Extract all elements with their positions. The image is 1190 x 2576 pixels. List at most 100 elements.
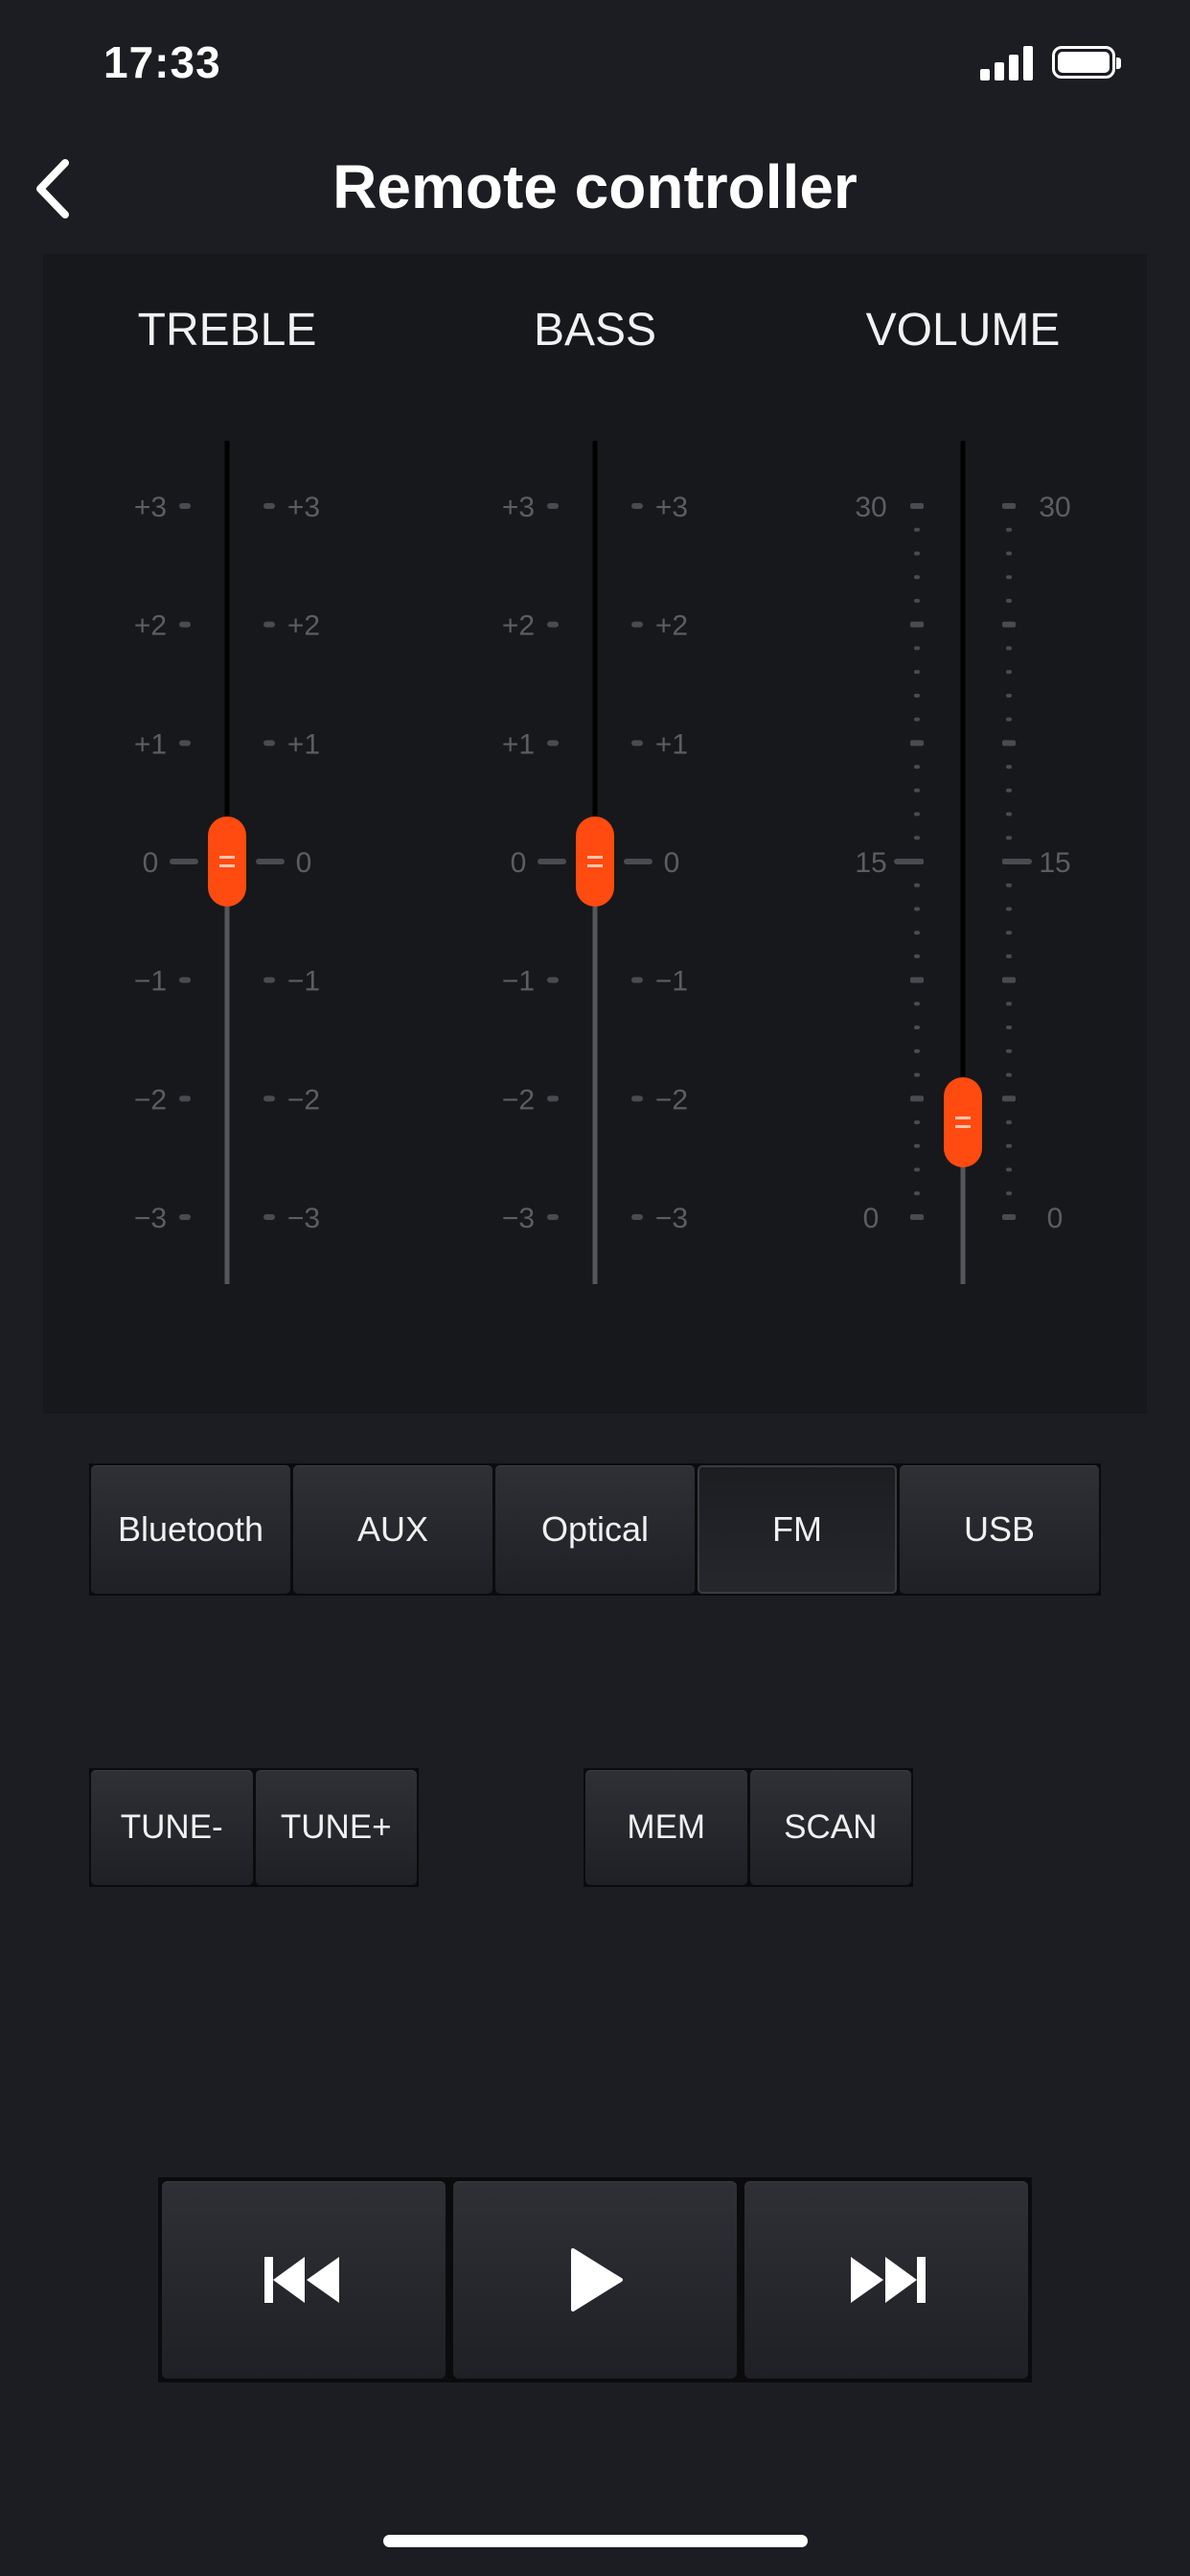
volume-minor-tick xyxy=(914,670,920,675)
volume-minor-tick xyxy=(914,883,920,887)
memory-controls: MEM SCAN xyxy=(584,1768,913,1887)
volume-tick-label-right: 0 xyxy=(1047,1203,1064,1234)
volume-minor-tick xyxy=(1002,977,1016,983)
home-indicator xyxy=(383,2535,808,2547)
treble-tick xyxy=(263,977,275,983)
volume-minor-tick xyxy=(1006,598,1012,603)
bass-slider[interactable]: +3 +3 +2 +2 +1 +1 0 0 −1 −1 −2 −2 −3 −3 xyxy=(411,254,779,1414)
source-usb-button[interactable]: USB xyxy=(900,1465,1099,1594)
treble-slider-thumb[interactable] xyxy=(208,816,246,907)
treble-tick-label-left: −1 xyxy=(134,966,167,998)
source-aux-button[interactable]: AUX xyxy=(293,1465,492,1594)
volume-minor-tick xyxy=(914,551,920,556)
treble-tick xyxy=(179,977,191,983)
bass-tick xyxy=(631,621,643,628)
treble-zero-tick xyxy=(170,859,198,864)
volume-minor-tick xyxy=(1006,717,1012,722)
volume-minor-tick xyxy=(914,812,920,816)
bass-slider-thumb[interactable] xyxy=(576,816,614,907)
volume-minor-tick xyxy=(910,621,924,628)
volume-minor-tick xyxy=(1006,788,1012,793)
treble-tick-label-right: −3 xyxy=(287,1203,320,1234)
volume-minor-tick xyxy=(1006,1143,1012,1148)
skip-previous-icon xyxy=(264,2257,339,2303)
treble-slider[interactable]: +3 +3 +2 +2 +1 +1 0 0 −1 −1 −2 −2 −3 −3 xyxy=(43,254,411,1414)
bass-tick-label-right: −1 xyxy=(655,966,688,998)
bass-tick xyxy=(631,1095,643,1102)
volume-minor-tick xyxy=(1006,812,1012,816)
treble-tick-label-left: 0 xyxy=(143,847,159,879)
volume-tick-label-left: 30 xyxy=(855,492,886,523)
bass-tick-label-right: −3 xyxy=(655,1203,688,1234)
volume-minor-tick xyxy=(914,1167,920,1172)
treble-tick xyxy=(263,503,275,509)
play-icon xyxy=(571,2248,623,2312)
volume-minor-tick xyxy=(914,575,920,580)
play-button[interactable] xyxy=(453,2181,737,2379)
volume-minor-tick xyxy=(1006,931,1012,935)
treble-tick xyxy=(179,621,191,628)
volume-tick-label-right: 15 xyxy=(1039,847,1070,879)
bass-tick xyxy=(547,740,559,747)
source-fm-button[interactable]: FM xyxy=(698,1465,897,1594)
bass-tick xyxy=(547,503,559,509)
volume-minor-tick xyxy=(1006,1025,1012,1030)
volume-minor-tick xyxy=(1006,1167,1012,1172)
volume-minor-tick xyxy=(1002,1095,1016,1102)
volume-minor-tick xyxy=(914,1143,920,1148)
volume-thumb-grip xyxy=(955,1116,971,1120)
bass-tick-label-left: +3 xyxy=(502,492,535,523)
volume-minor-tick xyxy=(914,931,920,935)
tune-plus-button[interactable]: TUNE+ xyxy=(255,1770,417,1885)
volume-center-tick xyxy=(1003,859,1032,864)
treble-tick-label-right: +2 xyxy=(287,610,320,642)
volume-minor-tick xyxy=(914,1001,920,1006)
volume-minor-tick xyxy=(910,1095,924,1102)
volume-minor-tick xyxy=(1002,1214,1016,1220)
bass-tick xyxy=(631,503,643,509)
volume-minor-tick xyxy=(1002,621,1016,628)
volume-slider-thumb[interactable] xyxy=(944,1077,982,1168)
source-optical-button[interactable]: Optical xyxy=(495,1465,695,1594)
treble-tick-label-right: +1 xyxy=(287,728,320,760)
treble-tick xyxy=(263,621,275,628)
volume-slider[interactable]: 30 30 15 15 0 0 xyxy=(779,254,1147,1414)
treble-tick xyxy=(179,503,191,509)
volume-minor-tick xyxy=(1006,1120,1012,1125)
bass-thumb-body xyxy=(576,816,614,907)
treble-tick xyxy=(179,740,191,747)
bass-tick-label-left: −1 xyxy=(502,966,535,998)
bass-tick xyxy=(547,621,559,628)
volume-minor-tick xyxy=(1006,693,1012,698)
bass-tick xyxy=(547,1214,559,1220)
treble-tick-label-left: +2 xyxy=(134,610,167,642)
transport-controls xyxy=(158,2177,1032,2382)
bass-tick-label-right: 0 xyxy=(664,847,680,879)
battery-icon xyxy=(1052,46,1121,79)
mem-button[interactable]: MEM xyxy=(585,1770,747,1885)
scan-button[interactable]: SCAN xyxy=(749,1770,911,1885)
volume-minor-tick xyxy=(914,954,920,958)
volume-minor-tick xyxy=(914,1191,920,1196)
treble-tick-label-left: +3 xyxy=(134,492,167,523)
treble-thumb-grip xyxy=(219,856,235,859)
volume-minor-tick xyxy=(1002,740,1016,747)
volume-minor-tick xyxy=(1006,1072,1012,1077)
volume-minor-tick xyxy=(1006,765,1012,770)
bass-tick-label-right: +2 xyxy=(655,610,688,642)
volume-tick-label-right: 30 xyxy=(1039,492,1070,523)
volume-slider-group: VOLUME 30 30 15 15 0 0 xyxy=(779,254,1147,1414)
bass-tick xyxy=(547,1095,559,1102)
volume-minor-tick xyxy=(914,1072,920,1077)
volume-minor-tick xyxy=(914,717,920,722)
volume-minor-tick xyxy=(914,765,920,770)
bass-tick-label-left: −3 xyxy=(502,1203,535,1234)
next-track-button[interactable] xyxy=(744,2181,1028,2379)
previous-track-button[interactable] xyxy=(162,2181,446,2379)
volume-center-tick xyxy=(894,859,923,864)
source-bluetooth-button[interactable]: Bluetooth xyxy=(91,1465,290,1594)
volume-minor-tick xyxy=(914,693,920,698)
tune-minus-button[interactable]: TUNE- xyxy=(91,1770,253,1885)
volume-minor-tick xyxy=(1006,646,1012,651)
treble-tick-label-right: −1 xyxy=(287,966,320,998)
